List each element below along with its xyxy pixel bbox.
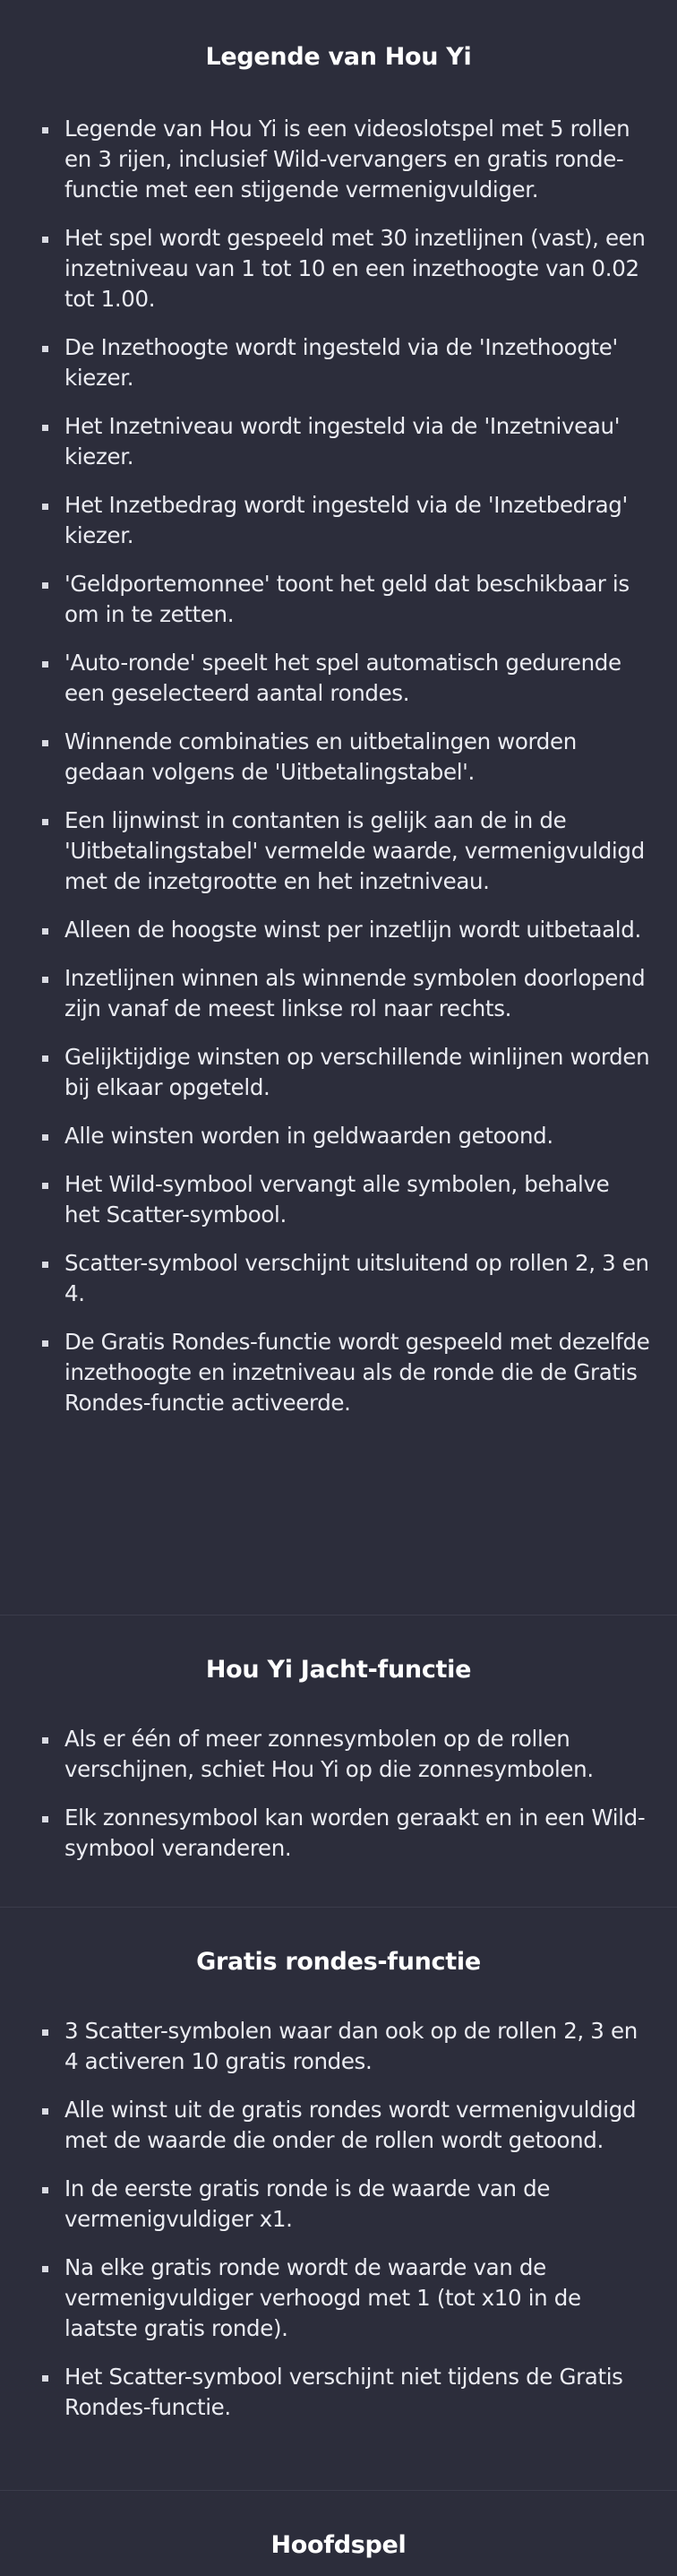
rules-page: Legende van Hou Yi Legende van Hou Yi is…	[0, 0, 677, 2576]
list-item: Het Inzetbedrag wordt ingesteld via de '…	[42, 490, 650, 551]
section-legend: Legende van Hou Yi Legende van Hou Yi is…	[0, 0, 677, 1615]
list-item: In de eerste gratis ronde is de waarde v…	[42, 2174, 650, 2235]
rules-list: Als er één of meer zonnesymbolen op de r…	[0, 1724, 677, 1864]
list-item: Alle winst uit de gratis rondes wordt ve…	[42, 2095, 650, 2156]
list-item: Als er één of meer zonnesymbolen op de r…	[42, 1724, 650, 1785]
list-item: 3 Scatter-symbolen waar dan ook op de ro…	[42, 2016, 650, 2077]
list-item: Het Wild-symbool vervangt alle symbolen,…	[42, 1169, 650, 1230]
list-item: 'Auto-ronde' speelt het spel automatisch…	[42, 648, 650, 709]
list-item: Scatter-symbool verschijnt uitsluitend o…	[42, 1248, 650, 1309]
section-title: Gratis rondes-functie	[196, 1948, 481, 1976]
list-item: De Gratis Rondes-functie wordt gespeeld …	[42, 1327, 650, 1418]
rules-list: 3 Scatter-symbolen waar dan ook op de ro…	[0, 2016, 677, 2423]
list-item: Het spel wordt gespeeld met 30 inzetlijn…	[42, 223, 650, 314]
list-item: Het Inzetniveau wordt ingesteld via de '…	[42, 411, 650, 472]
list-item: 'Geldportemonnee' toont het geld dat bes…	[42, 569, 650, 630]
section-title: Legende van Hou Yi	[205, 43, 472, 71]
list-item: Legende van Hou Yi is een videoslotspel …	[42, 114, 650, 205]
list-item: De Inzethoogte wordt ingesteld via de 'I…	[42, 332, 650, 393]
list-item: Elk zonnesymbool kan worden geraakt en i…	[42, 1803, 650, 1864]
list-item: Het Scatter-symbool verschijnt niet tijd…	[42, 2362, 650, 2423]
list-item: Winnende combinaties en uitbetalingen wo…	[42, 727, 650, 788]
rules-list: Legende van Hou Yi is een videoslotspel …	[0, 114, 677, 1418]
section-main-game: Hoofdspel	[0, 2491, 677, 2576]
list-item: Inzetlijnen winnen als winnende symbolen…	[42, 963, 650, 1024]
list-item: Gelijktijdige winsten op verschillende w…	[42, 1042, 650, 1103]
section-title: Hoofdspel	[270, 2531, 407, 2559]
list-item: Alle winsten worden in geldwaarden getoo…	[42, 1121, 650, 1151]
list-item: Een lijnwinst in contanten is gelijk aan…	[42, 806, 650, 897]
list-item: Alleen de hoogste winst per inzetlijn wo…	[42, 915, 650, 945]
section-title: Hou Yi Jacht-functie	[205, 1656, 472, 1684]
section-hou-yi-hunt: Hou Yi Jacht-functie Als er één of meer …	[0, 1615, 677, 1908]
section-free-rounds: Gratis rondes-functie 3 Scatter-symbolen…	[0, 1908, 677, 2491]
list-item: Na elke gratis ronde wordt de waarde van…	[42, 2253, 650, 2344]
